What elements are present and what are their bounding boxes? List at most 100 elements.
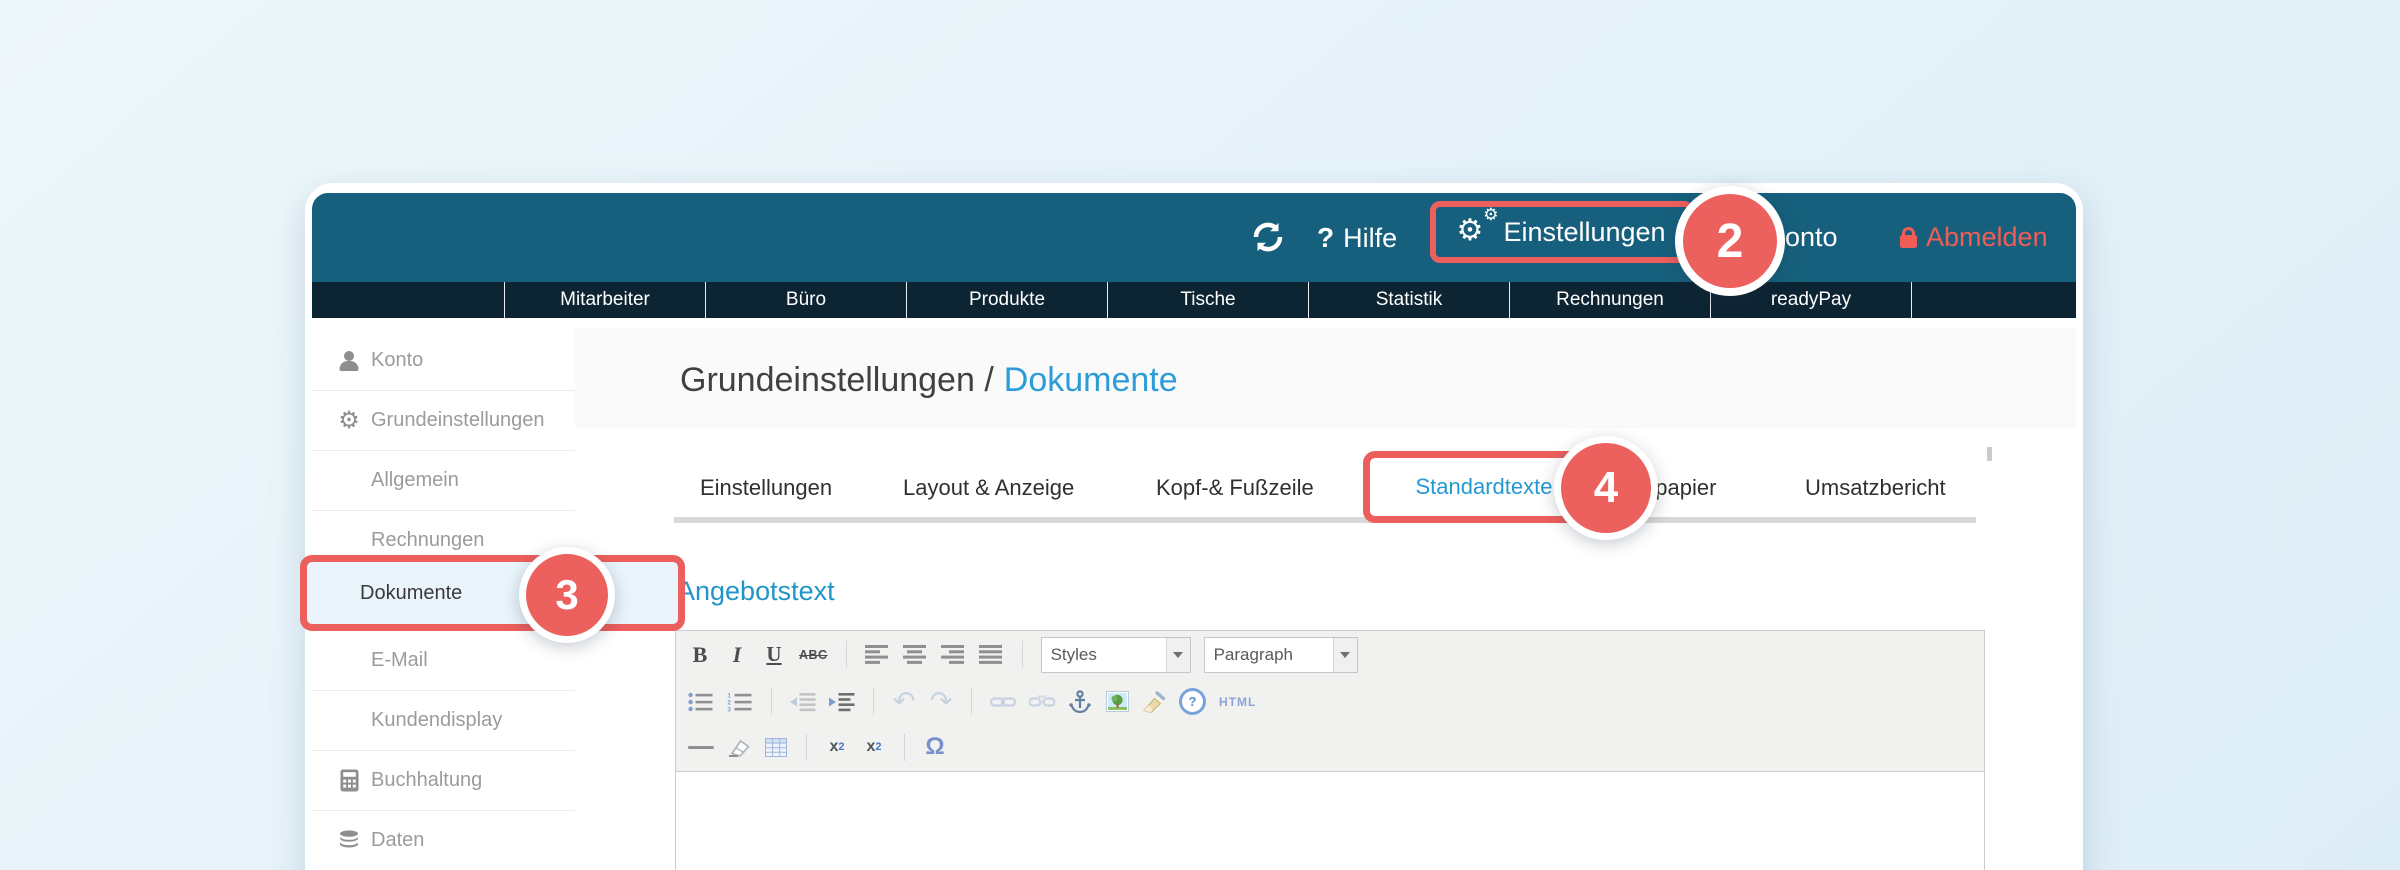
step-badge-3: 3 — [519, 547, 615, 643]
toolbar-separator — [971, 688, 972, 715]
insert-table-button[interactable] — [764, 732, 788, 762]
html-source-button[interactable]: HTML — [1219, 687, 1256, 717]
numbered-list-button[interactable]: 123 — [727, 687, 753, 717]
tab-einstellungen[interactable]: Einstellungen — [700, 475, 832, 501]
app-window-card: ? Hilfe ⚙ ⚙ Einstellungen Konto Abmelden … — [300, 183, 2083, 870]
align-left-button[interactable] — [864, 640, 890, 670]
chevron-down-icon — [1332, 637, 1357, 672]
gear-icon: ⚙ — [338, 406, 360, 434]
svg-text:1: 1 — [727, 692, 731, 699]
gears-icon: ⚙ ⚙ — [1456, 205, 1499, 247]
sidebar-item-email[interactable]: E-Mail — [312, 631, 575, 691]
cleanup-button[interactable] — [1142, 687, 1166, 717]
svg-text:2: 2 — [727, 699, 731, 706]
remove-format-button[interactable] — [727, 732, 751, 762]
bullet-list-icon — [688, 692, 713, 711]
bullet-list-button[interactable] — [688, 687, 714, 717]
nav-item-tische[interactable]: Tische — [1107, 282, 1308, 318]
toolbar-separator — [904, 733, 905, 761]
tab-umsatzbericht[interactable]: Umsatzbericht — [1805, 475, 1946, 501]
strikethrough-button[interactable]: ABC — [799, 640, 828, 670]
logout-button[interactable]: Abmelden — [1900, 222, 2048, 253]
align-right-button[interactable] — [940, 640, 966, 670]
tab-standardtexte[interactable]: Standardtexte — [1416, 474, 1553, 500]
nav-item-rechnungen[interactable]: Rechnungen — [1509, 282, 1710, 318]
nav-item-produkte[interactable]: Produkte — [906, 282, 1107, 318]
refresh-icon — [1253, 222, 1283, 252]
top-header-bar: ? Hilfe ⚙ ⚙ Einstellungen Konto Abmelden — [312, 193, 2076, 282]
step-badge-4: 4 — [1554, 436, 1658, 540]
toolbar-separator — [845, 641, 847, 668]
link-icon — [990, 696, 1016, 707]
sidebar-item-dokumente[interactable]: Dokumente — [300, 555, 685, 631]
outdent-button[interactable] — [790, 687, 816, 717]
insert-link-button[interactable] — [990, 687, 1016, 717]
unlink-icon — [1029, 694, 1055, 707]
sidebar-item-allgemein[interactable]: Allgemein — [312, 451, 575, 511]
help-icon: ? — [1179, 688, 1206, 715]
align-justify-button[interactable] — [978, 640, 1004, 670]
align-justify-icon — [978, 645, 1002, 664]
superscript-button[interactable]: x2 — [862, 732, 886, 762]
unlink-button[interactable] — [1029, 687, 1055, 717]
undo-button[interactable]: ↶ — [892, 687, 916, 717]
toolbar-separator — [873, 688, 874, 715]
italic-button[interactable]: I — [725, 640, 749, 670]
editor-content-area[interactable] — [676, 771, 1984, 870]
tab-layout-anzeige[interactable]: Layout & Anzeige — [903, 475, 1074, 501]
nav-item-statistik[interactable]: Statistik — [1308, 282, 1509, 318]
settings-label: Einstellungen — [1503, 216, 1666, 247]
special-char-button[interactable]: Ω — [923, 732, 947, 762]
help-label: Hilfe — [1343, 222, 1398, 253]
numbered-list-icon: 123 — [727, 692, 752, 712]
broom-icon — [1143, 690, 1166, 713]
bold-button[interactable]: B — [688, 640, 712, 670]
logout-label: Abmelden — [1926, 222, 2048, 252]
underline-button[interactable]: U — [762, 640, 786, 670]
align-center-button[interactable] — [902, 640, 928, 670]
lock-icon — [1900, 226, 1917, 248]
module-nav-bar: Mitarbeiter Büro Produkte Tische Statist… — [312, 282, 2076, 318]
rich-text-editor: B I U ABC Styles Paragraph 1 2 3 ↶ ↷ ? H… — [675, 630, 1985, 870]
horizontal-rule-icon — [688, 745, 714, 749]
table-icon — [765, 737, 787, 757]
scrollbar-thumb[interactable] — [1987, 447, 1992, 461]
sidebar-item-grundeinstellungen[interactable]: ⚙ Grundeinstellungen — [312, 391, 575, 451]
anchor-icon — [1069, 689, 1091, 713]
page-background: ? Hilfe ⚙ ⚙ Einstellungen Konto Abmelden … — [0, 0, 2400, 870]
svg-text:3: 3 — [727, 706, 731, 711]
align-right-icon — [940, 645, 964, 664]
editor-toolbar-row-2: 123 ↶ ↷ ? HTML — [676, 678, 1984, 725]
align-center-icon — [902, 645, 926, 664]
question-icon: ? — [1317, 222, 1335, 253]
settings-button-highlight[interactable]: ⚙ ⚙ Einstellungen — [1430, 201, 1694, 263]
help-button-editor[interactable]: ? — [1179, 687, 1206, 717]
sidebar-item-konto[interactable]: Konto — [312, 331, 575, 391]
insert-image-button[interactable] — [1105, 687, 1129, 717]
subscript-button[interactable]: x2 — [825, 732, 849, 762]
horizontal-rule-button[interactable] — [688, 732, 714, 762]
redo-button[interactable]: ↷ — [929, 687, 953, 717]
sidebar-item-buchhaltung[interactable]: Buchhaltung — [312, 751, 575, 811]
step-badge-2: 2 — [1675, 186, 1785, 296]
tab-kopf-fusszeile[interactable]: Kopf-& Fußzeile — [1156, 475, 1314, 501]
sidebar-item-kundendisplay[interactable]: Kundendisplay — [312, 691, 575, 751]
editor-toolbar-row-3: x2 x2 Ω — [676, 725, 1984, 769]
nav-item-buero[interactable]: Büro — [705, 282, 906, 318]
nav-item-mitarbeiter[interactable]: Mitarbeiter — [504, 282, 705, 318]
image-icon — [1105, 691, 1129, 712]
toolbar-separator — [1021, 641, 1023, 668]
tabs-underline — [674, 517, 1976, 523]
styles-dropdown[interactable]: Styles — [1040, 636, 1191, 673]
breadcrumb: Grundeinstellungen / Dokumente — [680, 361, 1178, 400]
toolbar-separator — [771, 688, 772, 715]
indent-button[interactable] — [829, 687, 855, 717]
breadcrumb-parent: Grundeinstellungen / — [680, 361, 994, 399]
sidebar-item-daten[interactable]: Daten — [312, 811, 575, 870]
user-icon — [339, 350, 359, 372]
anchor-button[interactable] — [1068, 687, 1092, 717]
refresh-button[interactable] — [1250, 219, 1286, 255]
align-left-icon — [864, 645, 888, 664]
help-button[interactable]: ? Hilfe — [1317, 222, 1397, 254]
paragraph-dropdown[interactable]: Paragraph — [1203, 636, 1358, 673]
